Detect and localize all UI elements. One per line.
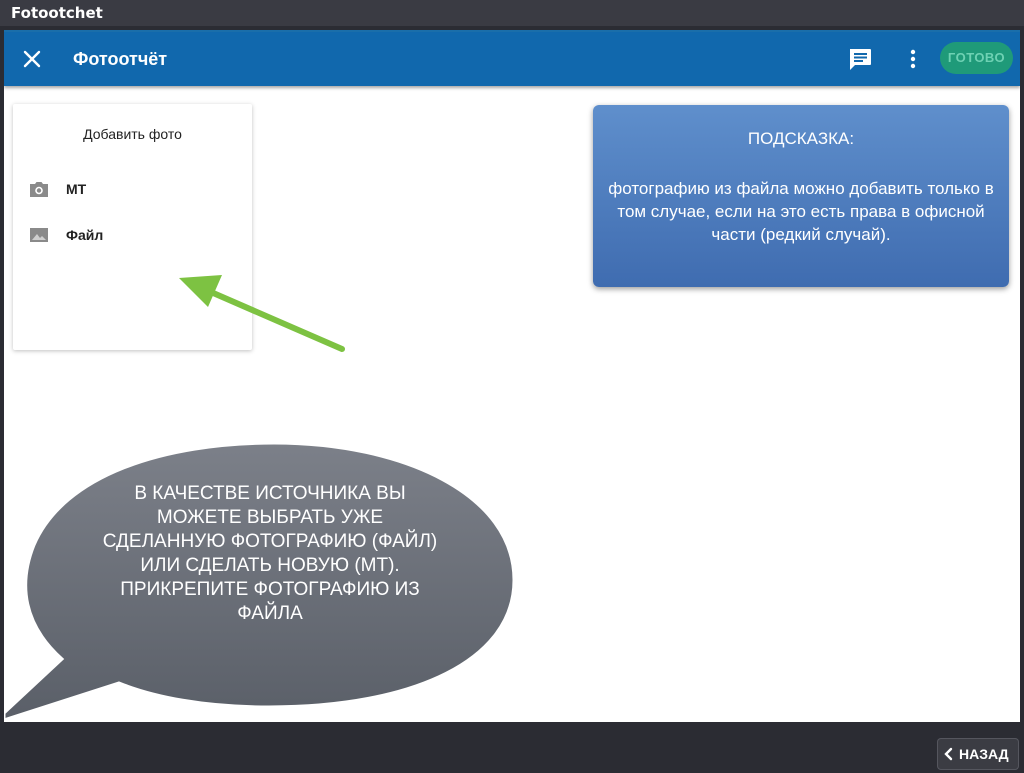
- pointer-arrow: [179, 275, 345, 352]
- more-vert-icon: [910, 49, 916, 69]
- hint-box: ПОДСКАЗКА: фотографию из файла можно доб…: [593, 105, 1009, 287]
- camera-icon: [30, 182, 48, 197]
- back-button-label: НАЗАД: [959, 746, 1009, 762]
- add-photo-item-file[interactable]: Файл: [13, 220, 252, 250]
- callout-text: В КАЧЕСТВЕ ИСТОЧНИКА ВЫ МОЖЕТЕ ВЫБРАТЬ У…: [50, 482, 490, 626]
- hint-text: фотографию из файла можно добавить тольк…: [608, 179, 994, 244]
- add-photo-title: Добавить фото: [83, 126, 182, 142]
- add-photo-item-label: Файл: [66, 227, 104, 243]
- done-button[interactable]: ГОТОВО: [940, 42, 1013, 74]
- comment-button[interactable]: [846, 46, 874, 72]
- callout-line: СДЕЛАННУЮ ФОТОГРАФИЮ (ФАЙЛ): [102, 531, 438, 552]
- chevron-left-icon: [944, 747, 953, 761]
- app-bar: Фотоотчёт ГОТОВО: [4, 32, 1020, 86]
- callout-line: В КАЧЕСТВЕ ИСТОЧНИКА ВЫ: [134, 483, 406, 504]
- hint-title: ПОДСКАЗКА:: [747, 129, 855, 148]
- app-frame: Фотоотчёт ГОТОВО Добавить фото МТ Файл П…: [4, 30, 1020, 722]
- callout-line: ПРИКРЕПИТЕ ФОТОГРАФИЮ ИЗ: [120, 579, 420, 600]
- callout-line: МОЖЕТЕ ВЫБРАТЬ УЖЕ: [156, 507, 384, 528]
- page-title: Фотоотчёт: [73, 49, 168, 69]
- callout-line: ИЛИ СДЕЛАТЬ НОВУЮ (МТ).: [140, 555, 400, 576]
- close-icon: [23, 50, 41, 68]
- add-photo-item-label: МТ: [66, 181, 87, 197]
- callout-line: ФАЙЛА: [237, 603, 303, 624]
- more-menu-button[interactable]: [904, 46, 922, 72]
- close-button[interactable]: [18, 45, 46, 73]
- window-title: Fotootchet: [0, 0, 1024, 26]
- image-icon: [30, 228, 48, 242]
- back-button[interactable]: НАЗАД: [937, 738, 1019, 770]
- add-photo-item-mt[interactable]: МТ: [13, 174, 252, 204]
- comment-icon: [850, 49, 871, 70]
